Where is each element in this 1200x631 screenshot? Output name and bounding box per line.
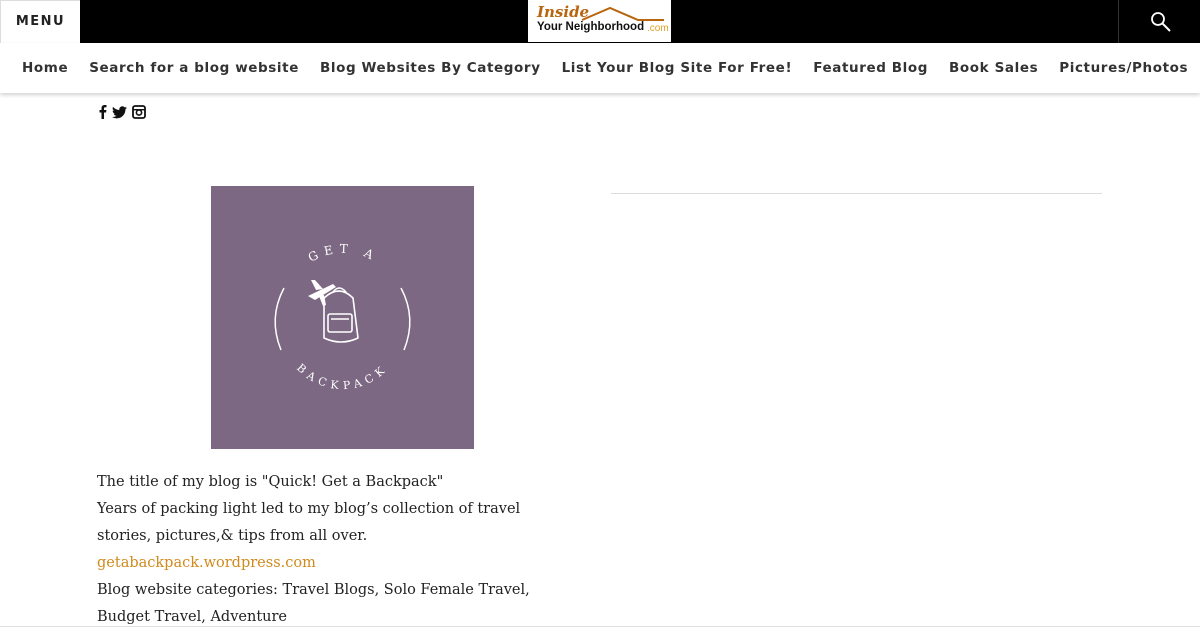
nav-item-list-blog[interactable]: List Your Blog Site For Free! [562, 60, 793, 76]
social-links [98, 104, 151, 123]
logo-text-com: .com [647, 23, 669, 34]
blog-description: Years of packing light led to my blog’s … [97, 501, 521, 544]
nav-item-home[interactable]: Home [22, 60, 68, 76]
twitter-icon[interactable] [112, 104, 127, 123]
search-icon [1151, 12, 1171, 32]
site-logo[interactable]: Inside Your Neighborhood .com [528, 0, 671, 42]
instagram-icon[interactable] [132, 104, 146, 123]
house-roof-icon [581, 6, 664, 21]
top-bar: MENU Inside Your Neighborhood .com [0, 0, 1200, 43]
blog-entry-content: The title of my blog is "Quick! Get a Ba… [97, 469, 577, 631]
search-button[interactable] [1118, 0, 1200, 43]
blog-title-line: The title of my blog is "Quick! Get a Ba… [97, 474, 444, 490]
blog-categories: Blog website categories: Travel Blogs, S… [97, 582, 530, 625]
nav-item-categories[interactable]: Blog Websites By Category [320, 60, 541, 76]
nav-item-pictures[interactable]: Pictures/Photos [1059, 60, 1188, 76]
nav-item-search-blog[interactable]: Search for a blog website [89, 60, 299, 76]
nav-item-featured-blog[interactable]: Featured Blog [813, 60, 928, 76]
menu-button[interactable]: MENU [0, 0, 80, 43]
logo-text-neighborhood: Your Neighborhood [537, 21, 645, 33]
facebook-icon[interactable] [98, 104, 107, 123]
main-navigation: Home Search for a blog website Blog Webs… [0, 43, 1200, 93]
blog-website-link[interactable]: getabackpack.wordpress.com [97, 555, 316, 571]
nav-item-book-sales[interactable]: Book Sales [949, 60, 1038, 76]
blog-logo-image: GET A BACKPACK [211, 186, 474, 449]
sidebar-divider [611, 193, 1102, 194]
logo-text-inside: Inside [537, 3, 590, 21]
